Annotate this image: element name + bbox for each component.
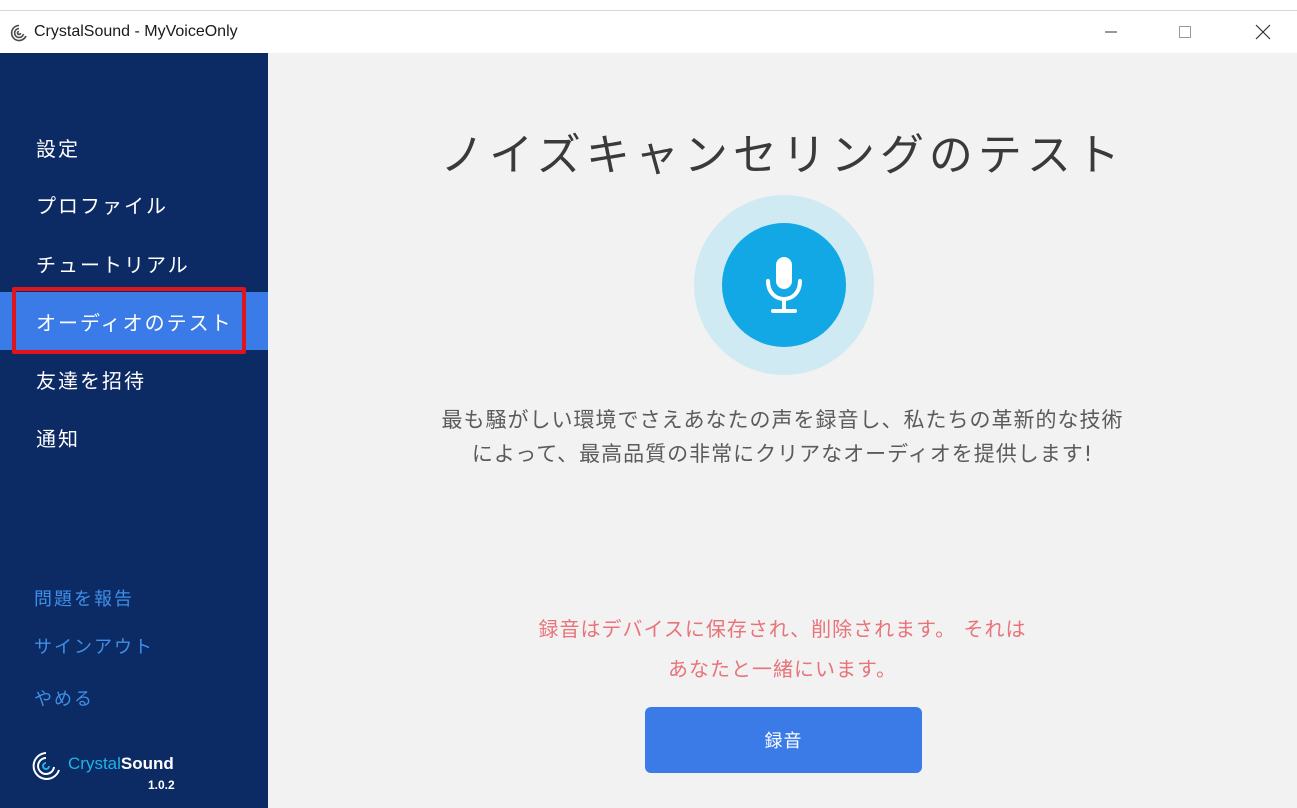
main-content: ノイズキャンセリングのテスト 最も騒がしい環境でさえあなたの声を録音し、私たちの… bbox=[268, 53, 1297, 808]
sidebar-item-label: プロファイル bbox=[36, 193, 168, 218]
sidebar-item-label: 通知 bbox=[36, 426, 80, 451]
sidebar: 設定 プロファイル チュートリアル オーディオのテスト 友達を招待 通知 問題を… bbox=[0, 53, 268, 808]
sidebar-item-label: 友達を招待 bbox=[36, 368, 146, 393]
description-line-1: 最も騒がしい環境でさえあなたの声を録音し、私たちの革新的な技術 bbox=[441, 408, 1124, 432]
brand-name-part1: Crystal bbox=[68, 754, 121, 773]
maximize-button[interactable] bbox=[1162, 11, 1208, 53]
close-button[interactable] bbox=[1240, 11, 1286, 53]
top-strip bbox=[0, 0, 1297, 11]
microphone-button[interactable] bbox=[722, 223, 846, 347]
close-icon bbox=[1255, 24, 1271, 40]
crystalsound-logo-icon bbox=[32, 752, 60, 780]
brand-name-part2: Sound bbox=[120, 754, 174, 773]
notice-line-1: 録音はデバイスに保存され、削除されます。 それは bbox=[538, 617, 1027, 641]
window-title: CrystalSound - MyVoiceOnly bbox=[34, 23, 238, 40]
sidebar-item-label: チュートリアル bbox=[36, 252, 190, 277]
brand-logo: CrystalSound 1.0.2 bbox=[30, 748, 240, 798]
privacy-notice: 録音はデバイスに保存され、削除されます。 それは あなたと一緒にいます。 bbox=[428, 609, 1137, 689]
version-label: 1.0.2 bbox=[148, 778, 175, 792]
sidebar-item-settings[interactable]: 設定 bbox=[0, 118, 268, 176]
microphone-halo bbox=[694, 195, 874, 375]
sign-out-link[interactable]: サインアウト bbox=[34, 633, 154, 659]
quit-link[interactable]: やめる bbox=[34, 685, 94, 711]
maximize-icon bbox=[1179, 26, 1191, 38]
sidebar-item-invite-friends[interactable]: 友達を招待 bbox=[0, 350, 268, 408]
sidebar-item-notifications[interactable]: 通知 bbox=[0, 408, 268, 466]
description-line-2: によって、最高品質の非常にクリアなオーディオを提供します! bbox=[471, 442, 1094, 466]
sidebar-item-label: オーディオのテスト bbox=[36, 310, 233, 335]
sidebar-item-tutorial[interactable]: チュートリアル bbox=[0, 234, 268, 292]
brand-name: CrystalSound bbox=[68, 754, 174, 774]
sidebar-item-profile[interactable]: プロファイル bbox=[0, 175, 268, 233]
title-bar[interactable]: CrystalSound - MyVoiceOnly bbox=[0, 11, 1297, 53]
sidebar-item-label: 設定 bbox=[36, 136, 80, 161]
page-title: ノイズキャンセリングのテスト bbox=[440, 130, 1125, 181]
app-window: CrystalSound - MyVoiceOnly 設定 プロファイル チュー… bbox=[0, 0, 1297, 808]
record-button[interactable]: 録音 bbox=[645, 707, 922, 773]
report-issue-link[interactable]: 問題を報告 bbox=[34, 585, 134, 611]
crystalsound-app-icon bbox=[10, 24, 28, 42]
microphone-icon bbox=[766, 257, 802, 313]
minimize-icon bbox=[1105, 31, 1117, 33]
notice-line-2: あなたと一緒にいます。 bbox=[668, 657, 897, 681]
minimize-button[interactable] bbox=[1088, 11, 1134, 53]
sidebar-item-audio-test[interactable]: オーディオのテスト bbox=[0, 292, 268, 350]
description-text: 最も騒がしい環境でさえあなたの声を録音し、私たちの革新的な技術 によって、最高品… bbox=[328, 403, 1237, 471]
